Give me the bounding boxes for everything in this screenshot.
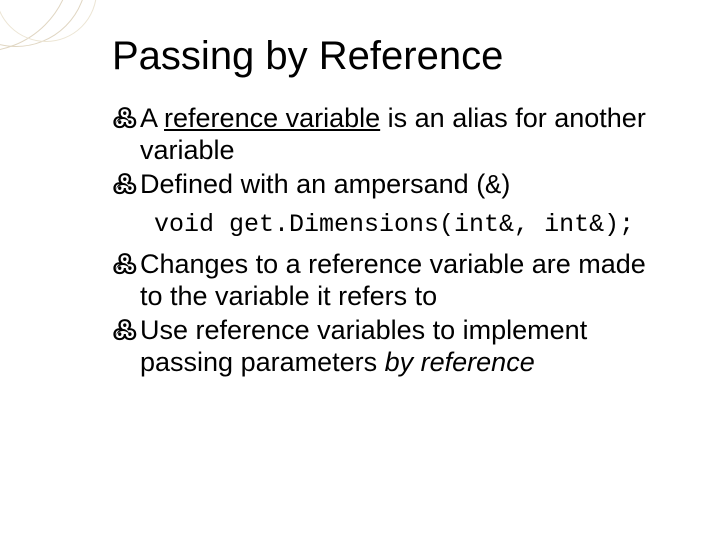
code-line: void get.Dimensions(int&, int&); [154,210,660,240]
bullet-glyph-icon: ߷ [112,103,138,135]
text: A [140,103,164,133]
emphasis: by reference [385,347,535,377]
bullet-item: ߷ Changes to a reference variable are ma… [112,249,660,313]
bullet-glyph-icon: ߷ [112,169,138,201]
text: Defined with an ampersand ( [140,169,485,199]
bullet-glyph-icon: ߷ [112,315,138,347]
bullet-glyph-icon: ߷ [112,249,138,281]
slide-body: ߷ A reference variable is an alias for a… [112,103,660,379]
underlined-term: reference variable [164,103,380,133]
slide: Passing by Reference ߷ A reference varia… [0,0,720,540]
bullet-item: ߷ Defined with an ampersand (&) [112,169,660,204]
slide-title: Passing by Reference [112,34,660,79]
bullet-item: ߷ Use reference variables to implement p… [112,315,660,379]
text: ) [501,169,510,199]
bullet-item: ߷ A reference variable is an alias for a… [112,103,660,167]
inline-code: & [485,172,501,202]
text: Changes to a reference variable are made… [140,249,646,311]
